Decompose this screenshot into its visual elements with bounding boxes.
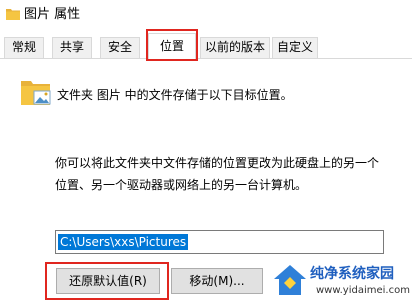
move-button[interactable]: 移动(M)...: [171, 268, 263, 294]
tab-previous-versions[interactable]: 以前的版本: [200, 37, 270, 58]
tab-customize[interactable]: 自定义: [272, 37, 318, 58]
tab-general[interactable]: 常规: [4, 37, 44, 58]
folder-icon: [6, 9, 20, 20]
watermark-text: 纯净系统家园: [310, 266, 394, 282]
tab-strip: 常规 共享 安全 位置 以前的版本 自定义: [0, 33, 412, 59]
watermark: 纯净系统家园 www.yidaimei.com: [272, 261, 412, 301]
tab-security[interactable]: 安全: [100, 37, 140, 58]
tab-location[interactable]: 位置: [148, 33, 196, 59]
watermark-url: www.yidaimei.com: [316, 285, 410, 296]
location-summary: 文件夹 图片 中的文件存储于以下目标位置。: [57, 88, 293, 102]
watermark-logo-icon: [274, 265, 306, 295]
location-description: 你可以将此文件夹中文件存储的位置更改为此硬盘上的另一个位置、另一个驱动器或网络上…: [55, 156, 380, 192]
tab-sharing[interactable]: 共享: [52, 37, 92, 58]
path-selected-text: C:\Users\xxs\Pictures: [58, 234, 189, 250]
pictures-folder-icon: [21, 81, 51, 105]
restore-default-button[interactable]: 还原默认值(R): [56, 268, 160, 294]
window-title: 图片 属性: [24, 7, 81, 22]
title-bar: 图片 属性: [0, 0, 412, 30]
